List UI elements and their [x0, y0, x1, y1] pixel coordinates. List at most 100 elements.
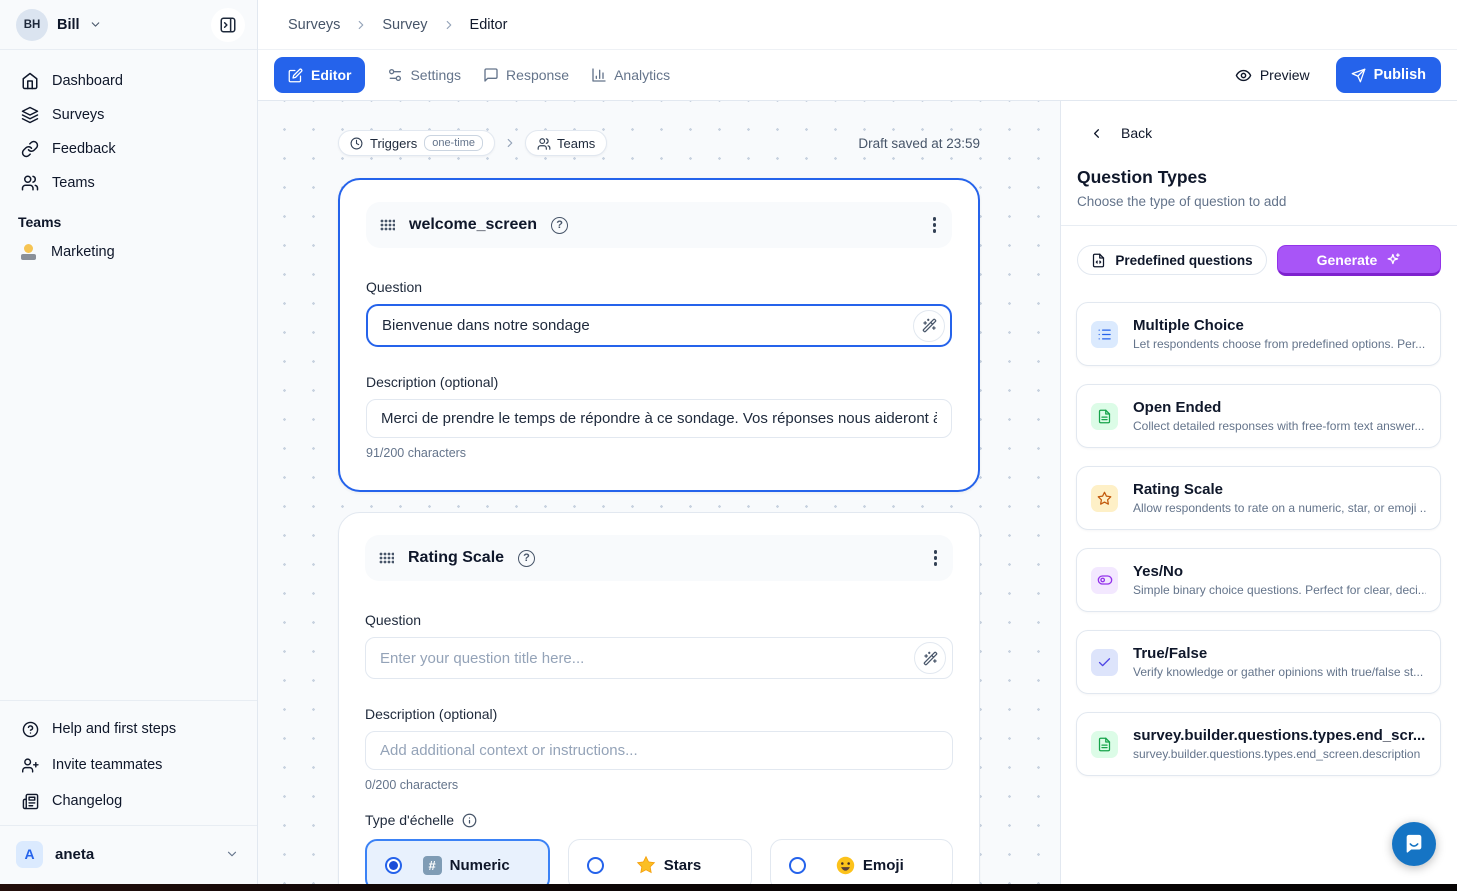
chevron-down-icon	[225, 847, 239, 861]
type-card-rating-scale[interactable]: Rating Scale Allow respondents to rate o…	[1076, 466, 1441, 530]
help-circle-icon	[22, 721, 39, 738]
triggers-chip[interactable]: Triggers one-time	[338, 130, 495, 156]
description-label: Description (optional)	[365, 706, 953, 722]
scale-option-stars[interactable]: Stars	[568, 839, 751, 884]
sidebar-item-teams[interactable]: Teams	[0, 166, 257, 200]
tab-editor[interactable]: Editor	[274, 57, 365, 93]
eye-icon	[1235, 67, 1252, 84]
question-description-input[interactable]	[366, 399, 952, 438]
type-card-multiple-choice[interactable]: Multiple Choice Let respondents choose f…	[1076, 302, 1441, 366]
type-card-open-ended[interactable]: Open Ended Collect detailed responses wi…	[1076, 384, 1441, 448]
drag-handle-icon[interactable]	[380, 219, 395, 231]
preview-button[interactable]: Preview	[1235, 67, 1310, 84]
sidebar-item-label: Surveys	[52, 107, 104, 123]
workspace-name: Bill	[57, 17, 80, 33]
home-icon	[21, 72, 39, 90]
breadcrumb-surveys[interactable]: Surveys	[288, 17, 340, 33]
user-name: aneta	[55, 846, 94, 863]
type-card-yes-no[interactable]: Yes/No Simple binary choice questions. P…	[1076, 548, 1441, 612]
star-emoji-icon	[636, 855, 656, 875]
scale-option-numeric[interactable]: # Numeric	[365, 839, 550, 884]
type-title: Multiple Choice	[1133, 317, 1425, 334]
info-icon[interactable]	[462, 813, 477, 828]
sidebar-item-invite[interactable]: Invite teammates	[0, 747, 257, 783]
sidebar-item-marketing[interactable]: Marketing	[0, 236, 257, 268]
sidebar-item-label: Feedback	[52, 141, 116, 157]
chevron-down-icon	[89, 18, 102, 31]
help-circle-icon[interactable]: ?	[518, 550, 535, 567]
kebab-menu-icon[interactable]	[933, 217, 937, 233]
scale-option-label: Numeric	[450, 857, 510, 874]
back-button[interactable]: Back	[1061, 101, 1457, 141]
question-card-welcome-screen[interactable]: welcome_screen ? Question Description (o…	[338, 178, 980, 492]
file-code-icon	[1091, 253, 1106, 268]
radio-unselected[interactable]	[587, 857, 604, 874]
predefined-questions-button[interactable]: Predefined questions	[1077, 245, 1267, 275]
breadcrumb-survey[interactable]: Survey	[382, 17, 427, 33]
panel-subtitle: Choose the type of question to add	[1061, 188, 1457, 225]
question-description-input[interactable]	[365, 731, 953, 770]
sidebar-item-help[interactable]: Help and first steps	[0, 711, 257, 747]
question-card-title: Rating Scale	[408, 549, 504, 567]
kebab-menu-icon[interactable]	[934, 550, 938, 566]
radio-selected[interactable]	[385, 857, 402, 874]
generate-button[interactable]: Generate	[1277, 245, 1441, 276]
user-plus-icon	[22, 757, 39, 774]
type-title: True/False	[1133, 645, 1423, 662]
tab-label: Settings	[410, 67, 461, 83]
scale-option-label: Stars	[664, 857, 702, 874]
teams-chip[interactable]: Teams	[525, 130, 607, 156]
tab-response[interactable]: Response	[483, 67, 569, 83]
newspaper-icon	[22, 793, 39, 810]
sidebar-collapse-button[interactable]	[211, 8, 245, 42]
editor-toolbar: Editor Settings Response Analytics Previ…	[258, 50, 1457, 101]
sidebar-nav: Dashboard Surveys Feedback Teams Teams M…	[0, 50, 257, 268]
sliders-icon	[387, 67, 403, 83]
sparkles-icon	[1386, 252, 1401, 267]
type-description: Allow respondents to rate on a numeric, …	[1133, 501, 1426, 515]
one-time-badge: one-time	[424, 135, 483, 151]
user-menu[interactable]: A aneta	[0, 832, 257, 876]
publish-button[interactable]: Publish	[1336, 57, 1441, 93]
question-title-input[interactable]	[365, 637, 953, 679]
chevron-right-icon	[503, 136, 517, 150]
list-icon	[1091, 321, 1118, 348]
radio-unselected[interactable]	[789, 857, 806, 874]
question-card-rating-scale[interactable]: Rating Scale ? Question Description (opt…	[338, 512, 980, 884]
chevron-right-icon	[442, 18, 456, 32]
drag-handle-icon[interactable]	[379, 552, 394, 564]
support-chat-button[interactable]	[1392, 822, 1436, 866]
tab-settings[interactable]: Settings	[387, 67, 461, 83]
user-avatar: A	[16, 841, 43, 868]
footer-item-label: Invite teammates	[52, 757, 162, 773]
sidebar-item-changelog[interactable]: Changelog	[0, 783, 257, 819]
chevron-right-icon	[354, 18, 368, 32]
scale-option-emoji[interactable]: Emoji	[770, 839, 953, 884]
question-title-input[interactable]	[366, 304, 952, 347]
send-icon	[1351, 68, 1366, 83]
type-card-end-screen[interactable]: survey.builder.questions.types.end_scr..…	[1076, 712, 1441, 776]
scale-type-label: Type d'échelle	[365, 812, 953, 828]
hash-keycap-icon: #	[423, 856, 442, 875]
tab-analytics[interactable]: Analytics	[591, 67, 670, 83]
chevron-left-icon	[1089, 126, 1104, 141]
magic-wand-button[interactable]	[914, 642, 946, 674]
magic-wand-button[interactable]	[913, 310, 945, 342]
tab-label: Analytics	[614, 67, 670, 83]
wand-icon	[922, 318, 937, 333]
workspace-switcher[interactable]: BH Bill	[0, 0, 257, 50]
sidebar-item-feedback[interactable]: Feedback	[0, 132, 257, 166]
layers-icon	[21, 106, 39, 124]
chat-bubble-icon	[1403, 833, 1425, 855]
divider	[0, 825, 257, 826]
panel-right-icon	[219, 16, 237, 34]
users-icon	[21, 174, 39, 192]
panel-title: Question Types	[1061, 141, 1457, 188]
type-card-true-false[interactable]: True/False Verify knowledge or gather op…	[1076, 630, 1441, 694]
sidebar-item-dashboard[interactable]: Dashboard	[0, 64, 257, 98]
sidebar: BH Bill Dashboard Surveys F	[0, 0, 258, 884]
check-icon	[1091, 649, 1118, 676]
sidebar-item-surveys[interactable]: Surveys	[0, 98, 257, 132]
type-title: Rating Scale	[1133, 481, 1426, 498]
help-circle-icon[interactable]: ?	[551, 217, 568, 234]
